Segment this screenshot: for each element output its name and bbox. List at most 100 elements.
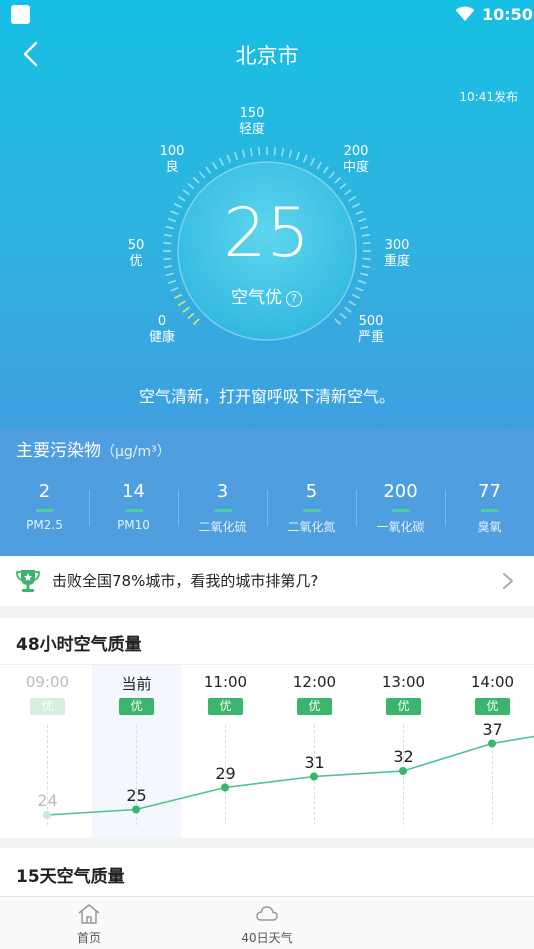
gauge-tick <box>234 151 239 160</box>
gauge-tick <box>334 318 342 326</box>
gauge-tick <box>258 147 261 156</box>
daily-title: 15天空气质量 <box>16 867 125 887</box>
pollutants-title: 主要污染物（μg/m³） <box>16 436 171 461</box>
nav-40day-weather[interactable]: 40日天气 <box>178 897 356 949</box>
gauge-scale-label: 50 优 <box>108 238 164 270</box>
pollutant-level-bar <box>35 509 54 512</box>
gauge-scale-value: 150 <box>239 106 265 121</box>
gauge-tick <box>182 306 190 313</box>
gauge-tick <box>360 225 369 230</box>
pollutant-value: 77 <box>478 481 501 502</box>
gauge-tick <box>192 318 200 326</box>
gauge-scale-label: 300 重度 <box>369 238 425 270</box>
pollutant-level-bar <box>480 509 499 512</box>
hourly-air-quality: 48小时空气质量 09:00 优 24 当前优 25 11:00 优 29 12:00 优 31 13… <box>0 618 534 838</box>
trophy-icon <box>16 570 40 592</box>
gauge-tick <box>355 286 364 292</box>
pollutant-name: 二氧化硫 <box>198 520 247 534</box>
aqi-level-label: 空气优 <box>231 288 282 308</box>
pollutant-name: PM2.5 <box>26 518 63 532</box>
gauge-tick <box>360 272 369 277</box>
gauge-scale-level: 健康 <box>148 330 175 345</box>
aqi-value: 25 <box>223 194 310 273</box>
cloud-icon <box>256 906 278 921</box>
hourly-aqi-point <box>399 767 407 775</box>
pollutant-name: 二氧化氮 <box>287 520 336 534</box>
gauge-scale-label: 0 健康 <box>134 314 190 346</box>
pollutant-value: 14 <box>122 481 145 502</box>
pollutant-item: 2 PM2.5 <box>0 480 89 550</box>
gauge-scale-value: 50 <box>127 238 145 253</box>
city-rank-text: 击败全国78%城市，看我的城市排第几? <box>52 572 319 590</box>
gauge-tick <box>344 306 352 313</box>
hourly-aqi-point <box>488 739 496 748</box>
gauge-tick <box>334 176 342 184</box>
gauge-scale-value: 500 <box>358 314 384 329</box>
gauge-tick <box>205 166 212 174</box>
gauge-tick <box>170 210 179 216</box>
gauge-tick <box>212 161 218 170</box>
air-advice: 空气清新，打开窗呼吸下清新空气。 <box>138 387 395 406</box>
gauge-tick <box>273 147 276 156</box>
pollutants-unit: （μg/m³） <box>101 444 171 460</box>
gauge-tick <box>358 279 367 284</box>
pollutant-item: 5 二氧化氮 <box>267 480 356 550</box>
gauge-tick <box>164 233 173 237</box>
gauge-tick <box>165 225 174 230</box>
gauge-tick <box>358 218 367 223</box>
gauge-tick <box>167 218 176 223</box>
gauge-tick <box>249 148 253 157</box>
nav-third[interactable] <box>356 897 534 949</box>
gauge-tick <box>295 151 300 160</box>
pollutant-item: 3 二氧化硫 <box>178 480 267 550</box>
city-rank-banner[interactable]: 击败全国78%城市，看我的城市排第几? <box>0 556 534 606</box>
help-icon[interactable]: ? <box>286 291 302 307</box>
pollutant-item: 14 PM10 <box>89 480 178 550</box>
nav-40day-label: 40日天气 <box>241 931 293 945</box>
gauge-tick <box>226 154 232 163</box>
pollutant-level-bar <box>302 509 321 512</box>
pollutant-name: 一氧化碳 <box>376 520 425 534</box>
gauge-tick <box>302 154 308 163</box>
pollutant-name: 臭氧 <box>477 520 502 534</box>
hourly-aqi-line-chart <box>43 735 534 819</box>
home-icon <box>78 904 100 924</box>
hourly-aqi-line <box>46 735 534 816</box>
pollutants-panel: 主要污染物（μg/m³） 2 PM2.5 14 PM10 3 二氧化硫 5 二氧化氮 200 一氧… <box>0 428 534 556</box>
gauge-scale-level: 良 <box>165 160 179 175</box>
pollutant-name: PM10 <box>117 518 150 532</box>
gauge-scale-label: 500 严重 <box>343 314 399 346</box>
gauge-tick <box>187 182 195 190</box>
gauge-scale-label: 200 中度 <box>328 144 384 176</box>
gauge-scale-label: 100 良 <box>144 144 200 176</box>
gauge-tick <box>163 242 172 245</box>
gauge-scale-value: 100 <box>159 144 185 159</box>
gauge-tick <box>219 157 225 166</box>
gauge-scale-level: 重度 <box>383 254 410 269</box>
aqi-level: 空气优? <box>179 283 354 308</box>
gauge-tick <box>241 149 246 158</box>
hero-panel: 10:50 北京市 10:41发布 0 健康 50 优 100 良 150 轻度 200 中度 30… <box>0 0 534 428</box>
nav-home-label: 首页 <box>76 931 101 945</box>
gauge-tick <box>361 233 370 237</box>
pollutant-value: 200 <box>383 481 418 502</box>
hourly-aqi-point <box>43 811 51 819</box>
pollutant-value: 2 <box>38 481 51 502</box>
gauge-tick <box>170 286 179 292</box>
gauge-tick <box>164 265 173 269</box>
gauge-scale-level: 优 <box>129 254 143 269</box>
gauge-tick <box>316 161 322 170</box>
pollutant-value: 3 <box>216 481 229 502</box>
gauge-scale-value: 300 <box>384 238 410 253</box>
gauge-tick <box>192 176 200 184</box>
nav-home[interactable]: 首页 <box>0 897 178 949</box>
hourly-aqi-point <box>132 805 140 814</box>
chevron-right-icon <box>503 573 513 589</box>
gauge-scale-level: 严重 <box>357 330 384 345</box>
gauge-tick <box>165 272 174 277</box>
pollutant-item: 200 一氧化碳 <box>356 480 445 550</box>
hourly-title: 48小时空气质量 <box>16 635 142 655</box>
gauge-tick <box>281 148 285 157</box>
gauge-tick <box>167 279 176 284</box>
pollutant-level-bar <box>213 509 232 512</box>
